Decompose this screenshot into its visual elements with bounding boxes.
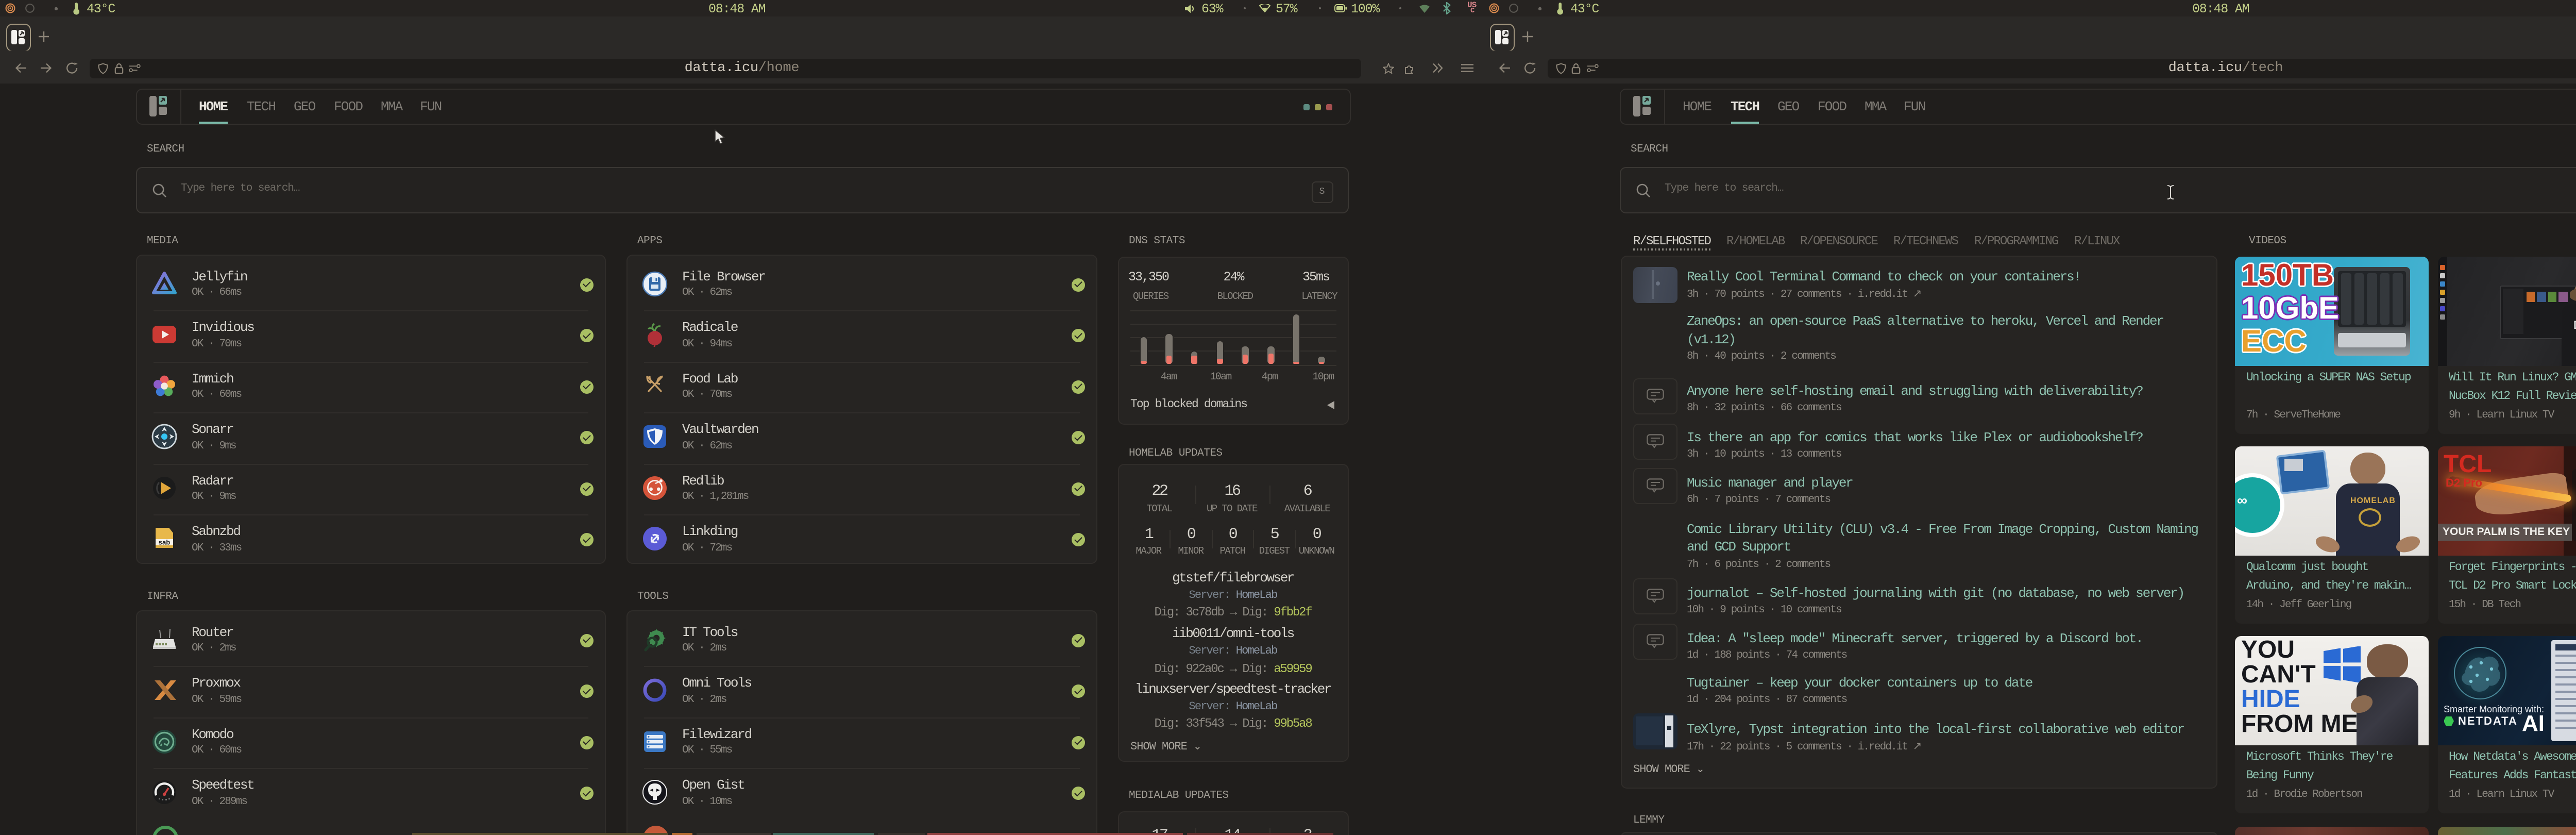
svg-text:sab: sab <box>158 539 170 546</box>
